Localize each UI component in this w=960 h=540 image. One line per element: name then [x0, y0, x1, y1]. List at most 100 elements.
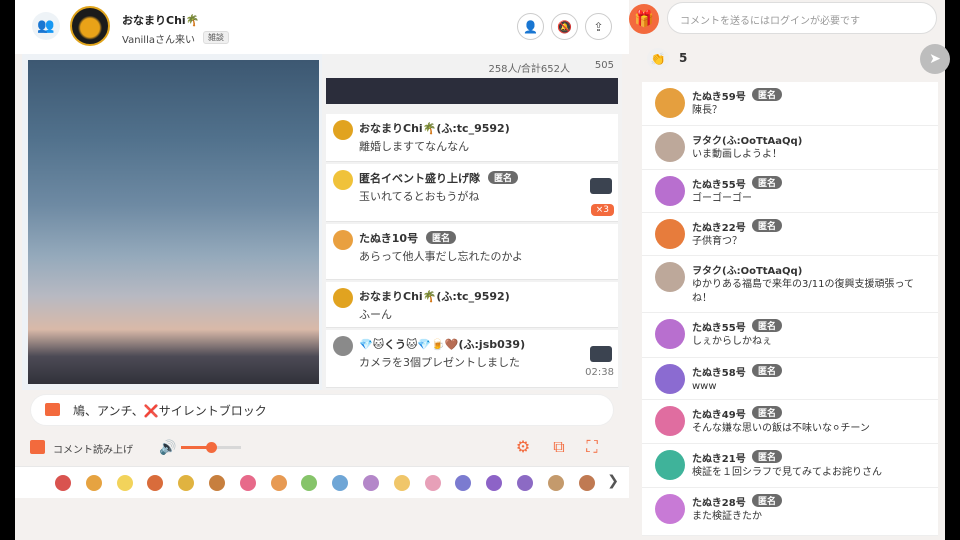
comment-author: 匿名イベント盛り上げ隊 [359, 172, 480, 185]
gift-item-icon[interactable] [363, 475, 379, 491]
volume-slider[interactable] [181, 442, 241, 453]
message-text: しぇからしかねぇ [692, 336, 772, 347]
gift-item-icon[interactable] [578, 475, 595, 491]
read-aloud-label[interactable]: コメント読み上げ [53, 441, 133, 456]
avatar [333, 120, 353, 140]
share-button[interactable]: ⇪ [585, 13, 612, 40]
avatar [655, 450, 685, 480]
chat-message[interactable]: ヲタク(ふ:OoTtAaQq) ゆかりある福島で来年の3/11の復興支援頑張ってね… [642, 256, 938, 313]
avatar [655, 88, 685, 118]
chat-message[interactable]: ヲタク(ふ:OoTtAaQq) いま動画しようよ！ [642, 126, 938, 170]
comment-text: 離婚しますてなんなん [359, 140, 470, 153]
message-author: たぬき58号 [692, 368, 746, 379]
comment-input[interactable]: 鳩、アンチ、❌サイレントブロック [31, 395, 613, 425]
anonymous-badge: 匿名 [752, 494, 783, 507]
message-author: たぬき59号 [692, 92, 746, 103]
send-button[interactable]: ➤ [920, 44, 950, 74]
video-player[interactable]: 258人/合計652人 505 おなまりChi🌴(ふ:tc_9592) 離婚します… [22, 54, 622, 390]
channel-header: 👥 おなまりChi🌴 Vanillaさん来い 雑談 👤 🔕 ⇪ [15, 0, 629, 54]
message-author: たぬき49号 [692, 410, 746, 421]
add-friend-button[interactable]: 👤 [517, 13, 544, 40]
clap-icon[interactable]: 👏 [647, 48, 669, 70]
chat-message[interactable]: たぬき22号 子供育つ？ 匿名 [642, 213, 938, 256]
follow-button[interactable]: 👥 [32, 12, 60, 40]
comment-text: カメラを3個プレゼントしました [359, 356, 520, 369]
comment-author: 💎🐱くう🐱💎🍺🤎(ふ:jsb039) [359, 338, 526, 351]
elapsed-time: 02:38 [585, 367, 614, 378]
gift-item-icon[interactable] [517, 475, 533, 491]
add-user-icon: 👥 [37, 18, 55, 34]
share-icon: ⇪ [593, 19, 604, 34]
gift-item-icon[interactable] [547, 475, 564, 491]
category-tag[interactable]: 雑談 [203, 31, 229, 44]
mute-button[interactable]: 🔕 [551, 13, 578, 40]
gift-item-icon[interactable] [301, 475, 318, 491]
gift-item-icon[interactable] [455, 475, 472, 491]
comment-author: おなまりChi🌴(ふ:tc_9592) [359, 290, 510, 303]
chat-message[interactable]: たぬき59号 陳長？ 匿名 [642, 82, 938, 126]
message-author: たぬき28号 [692, 498, 746, 509]
gift-item-icon[interactable] [147, 475, 164, 491]
gift-item-icon[interactable] [116, 475, 133, 491]
gift-item-icon[interactable] [424, 475, 441, 491]
volume-knob[interactable] [206, 442, 217, 453]
send-icon: ➤ [929, 51, 941, 67]
comment-overlay: 258人/合計652人 505 おなまりChi🌴(ふ:tc_9592) 離婚します… [322, 54, 622, 390]
channel-avatar[interactable] [70, 6, 110, 46]
overlay-comment: 匿名イベント盛り上げ隊 匿名 玉いれてるとおもうがね [326, 164, 618, 222]
channel-subtitle: Vanillaさん来い [122, 35, 195, 46]
popout-icon: ⧉ [553, 437, 565, 456]
comment-count: 505 [594, 60, 614, 71]
comment-icon [45, 403, 60, 416]
comment-input-text: 鳩、アンチ、❌サイレントブロック [73, 404, 267, 418]
message-text: そんな嫌な思いの飯は不味いな⚪チーン [692, 423, 870, 434]
message-text: ゆかりある福島で来年の3/11の復興支援頑張ってね！ [692, 279, 914, 304]
avatar [655, 262, 685, 292]
avatar [655, 319, 685, 349]
gift-item-icon[interactable] [393, 475, 410, 491]
avatar [333, 336, 353, 356]
read-aloud-icon[interactable] [30, 440, 45, 454]
message-author: たぬき22号 [692, 223, 746, 234]
message-text: 陳長？ [692, 105, 722, 116]
chat-message[interactable]: たぬき55号 しぇからしかねぇ 匿名 [642, 313, 938, 358]
gift-multiplier-badge: ×3 [590, 204, 614, 216]
anonymous-badge: 匿名 [752, 319, 783, 332]
anonymous-badge: 匿名 [752, 219, 783, 232]
avatar [655, 406, 685, 436]
gift-item-icon[interactable] [55, 475, 71, 491]
gift-icon: 🎁 [634, 9, 654, 28]
camera-gift-icon [590, 346, 612, 362]
settings-button[interactable]: ⚙ [512, 437, 534, 459]
gift-item-icon[interactable] [85, 475, 102, 491]
chat-message[interactable]: たぬき58号 www 匿名 [642, 358, 938, 400]
message-text: 検証を１回シラフで見てみてよお詫りさん [692, 467, 882, 478]
login-comment-input[interactable]: コメントを送るにはログインが必要です [667, 2, 937, 34]
comment-text: 玉いれてるとおもうがね [359, 190, 480, 203]
chat-message[interactable]: たぬき49号 そんな嫌な思いの飯は不味いな⚪チーン 匿名 [642, 400, 938, 444]
overlay-comment: おなまりChi🌴(ふ:tc_9592) 離婚しますてなんなん [326, 114, 618, 162]
chevron-right-icon[interactable]: ❯ [607, 473, 619, 489]
gift-bar: ❯ [15, 466, 629, 498]
gift-item-icon[interactable] [486, 475, 503, 491]
volume-icon[interactable]: 🔊 [159, 440, 176, 456]
gift-item-icon[interactable] [270, 475, 287, 491]
channel-name[interactable]: おなまりChi🌴 [122, 12, 199, 28]
gift-item-icon[interactable] [239, 475, 256, 491]
gear-icon: ⚙ [515, 437, 531, 456]
gift-button[interactable]: 🎁 [629, 4, 659, 34]
gift-item-icon[interactable] [332, 475, 349, 491]
comment-text: あらって他人事だし忘れたのかよ [359, 250, 523, 263]
gift-item-icon[interactable] [209, 475, 225, 491]
avatar [655, 176, 685, 206]
message-author: ヲタク(ふ:OoTtAaQq) [692, 266, 803, 277]
popout-button[interactable]: ⧉ [548, 437, 570, 459]
gift-item-icon[interactable] [178, 475, 195, 491]
chat-list[interactable]: たぬき59号 陳長？ 匿名 ヲタク(ふ:OoTtAaQq) いま動画しようよ！ たぬき55… [642, 82, 938, 536]
chat-message[interactable]: たぬき21号 検証を１回シラフで見てみてよお詫りさん 匿名 [642, 444, 938, 488]
fullscreen-button[interactable]: ⛶ [581, 437, 603, 459]
overlay-comment: たぬき10号 匿名 あらって他人事だし忘れたのかよ [326, 224, 618, 280]
chat-message[interactable]: たぬき28号 また検証きたか 匿名 [642, 488, 938, 536]
chat-message[interactable]: たぬき55号 ゴーゴーゴー 匿名 [642, 170, 938, 213]
video-frame [22, 54, 322, 390]
